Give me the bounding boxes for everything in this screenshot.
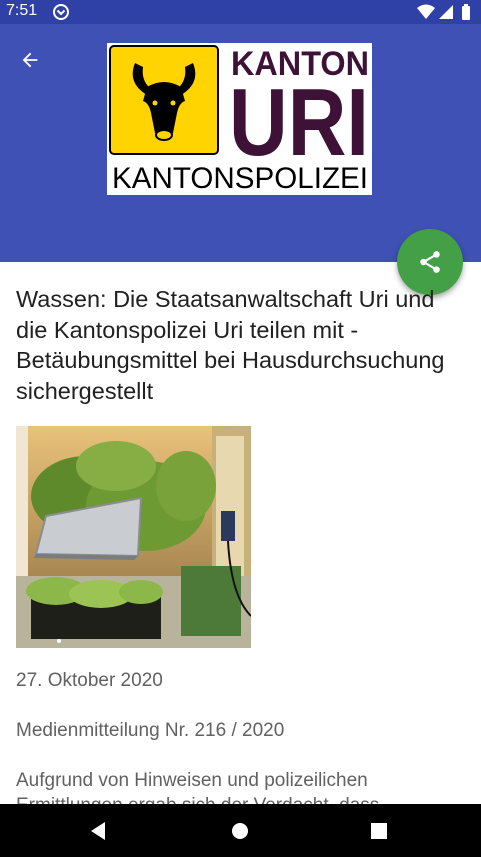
battery-icon bbox=[462, 6, 470, 20]
nav-home-icon[interactable] bbox=[227, 818, 253, 844]
press-release-number: Medienmitteilung Nr. 216 / 2020 bbox=[16, 720, 285, 741]
arrow-back-icon bbox=[22, 52, 38, 68]
logo-uri: URI bbox=[229, 69, 369, 176]
signal-icon bbox=[439, 5, 453, 19]
nav-back-icon[interactable] bbox=[86, 818, 112, 844]
logo-kantonspolizei: KANTONSPOLIZEI bbox=[112, 162, 368, 195]
system-navigation-bar bbox=[0, 804, 481, 857]
nav-recents-icon[interactable] bbox=[366, 818, 392, 844]
article-photo[interactable] bbox=[16, 426, 251, 648]
status-time: 7:51 bbox=[6, 2, 38, 19]
app-bar: KANTON URI KANTONSPOLIZEI bbox=[0, 24, 481, 262]
article-content[interactable]: Wassen: Die Staatsanwaltschaft Uri und d… bbox=[0, 262, 481, 804]
article-body: Aufgrund von Hinweisen und polizeilichen… bbox=[16, 770, 379, 804]
article-date: 27. Oktober 2020 bbox=[16, 670, 163, 691]
wifi-icon bbox=[417, 4, 435, 19]
article-title: Wassen: Die Staatsanwaltschaft Uri und d… bbox=[16, 286, 445, 404]
status-icons bbox=[417, 4, 470, 20]
back-button[interactable] bbox=[12, 44, 48, 76]
app-notification-icon bbox=[53, 4, 69, 20]
status-bar: 7:51 bbox=[0, 0, 481, 24]
kantonspolizei-uri-logo: KANTON URI KANTONSPOLIZEI bbox=[107, 43, 372, 195]
